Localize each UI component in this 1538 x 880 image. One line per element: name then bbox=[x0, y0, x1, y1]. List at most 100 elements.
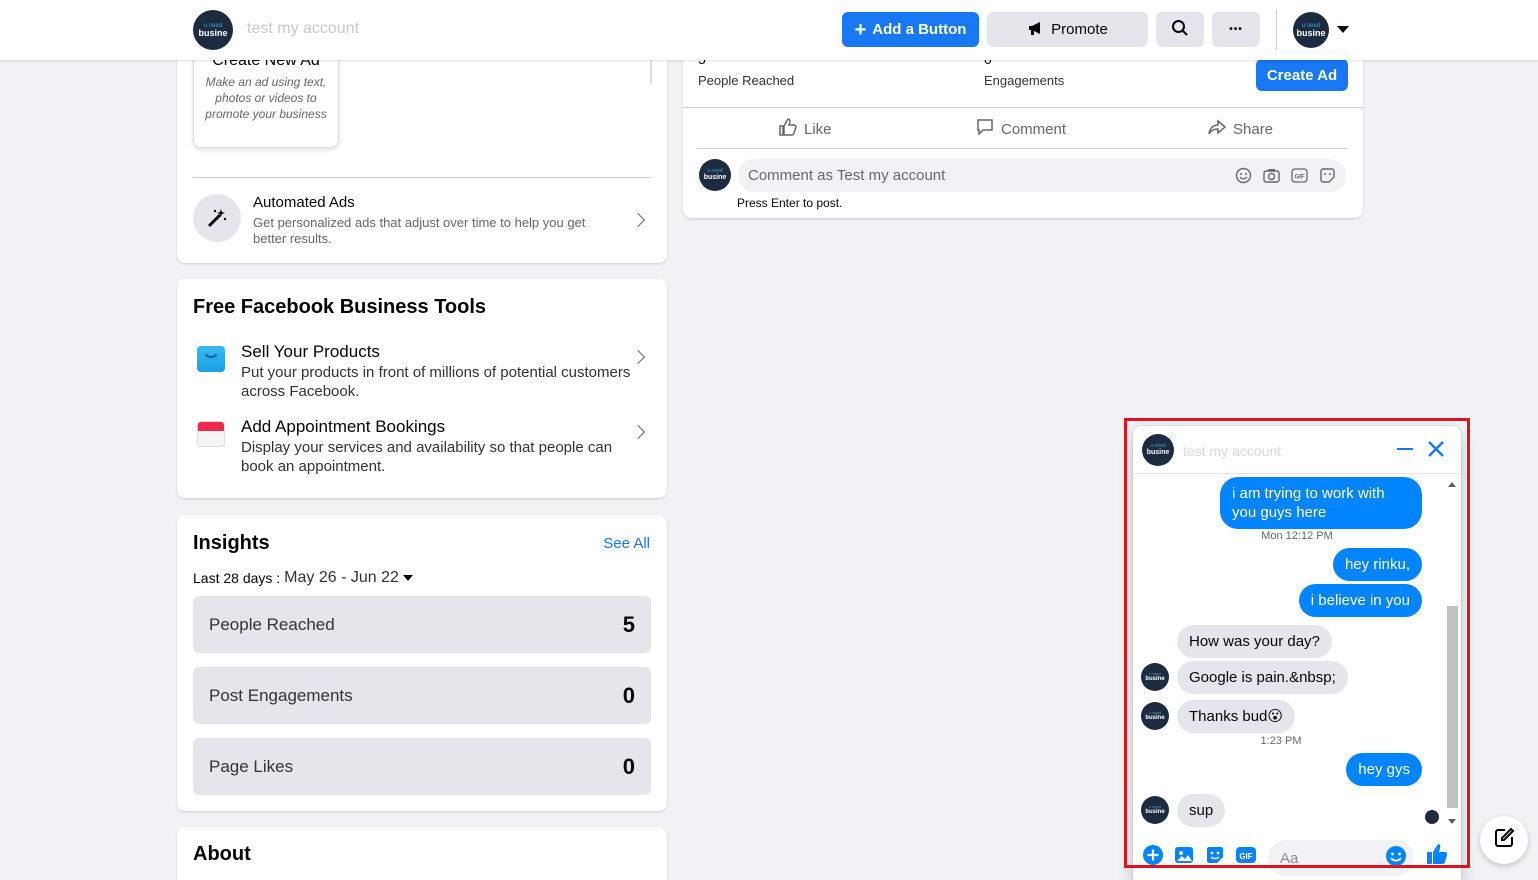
sell-products-title[interactable]: Sell Your Products bbox=[241, 342, 380, 362]
comment-tools: GIF bbox=[1234, 167, 1336, 185]
metric-value: 5 bbox=[622, 611, 635, 637]
camera-icon[interactable] bbox=[1262, 167, 1280, 185]
date-range-selector[interactable]: Last 28 days : May 26 - Jun 22 bbox=[193, 569, 413, 587]
shopping-bag-icon bbox=[197, 346, 225, 372]
caret-down-icon bbox=[402, 575, 413, 581]
sell-products-description: Put your products in front of millions o… bbox=[241, 364, 631, 400]
top-bar: u need busine test my account + Add a But… bbox=[0, 0, 1538, 60]
press-enter-hint: Press Enter to post. bbox=[737, 196, 843, 210]
incoming-message: Google is pain.&nbsp; bbox=[1177, 661, 1348, 694]
message-list[interactable]: i am trying to work with you guys here M… bbox=[1133, 474, 1461, 830]
comment-icon bbox=[975, 117, 995, 141]
scroll-thumb[interactable] bbox=[1447, 606, 1458, 808]
date-range: May 26 - Jun 22 bbox=[284, 569, 399, 586]
automated-ads-description: Get personalized ads that adjust over ti… bbox=[253, 215, 586, 246]
svg-text:GIF: GIF bbox=[1294, 175, 1304, 181]
like-button[interactable]: Like bbox=[778, 118, 832, 140]
metric-label: Page Likes bbox=[209, 756, 294, 776]
outgoing-message: hey gys bbox=[1346, 753, 1422, 786]
page-avatar[interactable]: u need busine bbox=[193, 10, 233, 50]
chat-name[interactable]: test my account bbox=[1183, 443, 1281, 459]
comment-placeholder: Comment as Test my account bbox=[748, 167, 946, 184]
sticker-icon[interactable] bbox=[1204, 844, 1226, 866]
about-title: About bbox=[193, 843, 251, 865]
chevron-right-icon[interactable] bbox=[630, 424, 646, 440]
thumbs-up-icon[interactable] bbox=[1425, 842, 1449, 866]
appointment-bookings-title[interactable]: Add Appointment Bookings bbox=[241, 417, 445, 437]
plus-circle-icon[interactable] bbox=[1142, 844, 1164, 866]
chevron-right-icon[interactable] bbox=[630, 212, 646, 228]
search-button[interactable] bbox=[1156, 12, 1204, 47]
chat-scrollbar[interactable] bbox=[1445, 480, 1458, 826]
gif-icon[interactable]: GIF bbox=[1235, 844, 1257, 866]
ellipsis-icon: ••• bbox=[1229, 24, 1243, 35]
compose-icon bbox=[1493, 827, 1515, 854]
create-ad-description: Make an ad using text, photos or videos … bbox=[205, 75, 327, 121]
commenter-avatar: u need busine bbox=[699, 159, 731, 191]
outgoing-message: hey rinku, bbox=[1332, 548, 1422, 581]
scroll-down-arrow-icon[interactable] bbox=[1448, 819, 1456, 824]
comment-label: Comment bbox=[1001, 120, 1067, 138]
metric-label: Post Engagements bbox=[209, 685, 353, 705]
minimize-icon[interactable] bbox=[1397, 448, 1413, 450]
photo-icon[interactable] bbox=[1173, 844, 1195, 866]
calendar-icon bbox=[197, 421, 225, 447]
add-button-label: Add a Button bbox=[872, 21, 967, 38]
divider bbox=[193, 177, 651, 178]
chevron-right-icon[interactable] bbox=[630, 349, 646, 365]
topbar-divider bbox=[1276, 10, 1277, 50]
scroll-up-arrow-icon[interactable] bbox=[1448, 482, 1456, 487]
seen-indicator-avatar bbox=[1425, 810, 1439, 824]
close-icon[interactable] bbox=[1426, 439, 1446, 459]
insights-title: Insights bbox=[193, 532, 270, 554]
post-card: 5 People Reached 0 Engagements Create Ad… bbox=[683, 40, 1363, 218]
metric-value: 0 bbox=[622, 753, 635, 779]
metric-people-reached[interactable]: People Reached 5 bbox=[193, 596, 651, 653]
metric-page-likes[interactable]: Page Likes 0 bbox=[193, 738, 651, 795]
ads-card: Create New Ad Make an ad using text, pho… bbox=[177, 40, 667, 263]
promote-label: Promote bbox=[1051, 21, 1108, 38]
incoming-message: Thanks bud😮 bbox=[1177, 700, 1296, 733]
chat-avatar[interactable]: u need busine bbox=[1142, 434, 1174, 466]
promote-button[interactable]: Promote bbox=[987, 12, 1148, 47]
page-name[interactable]: test my account bbox=[247, 20, 359, 38]
see-all-link[interactable]: See All bbox=[603, 535, 650, 552]
sender-avatar: u need busine bbox=[1141, 663, 1169, 691]
sticker-icon[interactable] bbox=[1318, 167, 1336, 185]
new-message-button[interactable] bbox=[1480, 816, 1528, 864]
share-icon bbox=[1207, 117, 1227, 141]
metric-post-engagements[interactable]: Post Engagements 0 bbox=[193, 667, 651, 724]
account-menu-caret-icon[interactable] bbox=[1337, 26, 1349, 33]
metric-label: People Reached bbox=[209, 614, 335, 634]
search-icon bbox=[1171, 19, 1189, 41]
sender-avatar: u need busine bbox=[1141, 796, 1169, 824]
magic-wand-icon bbox=[193, 194, 241, 242]
more-options-button[interactable]: ••• bbox=[1212, 12, 1260, 47]
comment-input[interactable]: Comment as Test my account GIF bbox=[738, 159, 1346, 192]
divider bbox=[683, 107, 1363, 108]
add-button-button[interactable]: + Add a Button bbox=[842, 12, 979, 47]
chat-header[interactable]: u need busine test my account bbox=[1133, 426, 1461, 474]
carousel-scrollbar[interactable] bbox=[650, 60, 652, 84]
incoming-message: How was your day? bbox=[1177, 625, 1332, 658]
business-tools-card: Free Facebook Business Tools Sell Your P… bbox=[177, 279, 667, 498]
tools-title: Free Facebook Business Tools bbox=[193, 296, 487, 318]
comment-button[interactable]: Comment bbox=[975, 118, 1066, 140]
emoji-icon[interactable] bbox=[1385, 845, 1407, 867]
date-label: Last 28 days : bbox=[193, 570, 281, 586]
automated-ads-title[interactable]: Automated Ads bbox=[253, 194, 355, 211]
metric-value: 0 bbox=[622, 682, 635, 708]
emoji-icon[interactable] bbox=[1234, 167, 1252, 185]
thumbs-up-icon bbox=[778, 117, 798, 141]
divider bbox=[697, 148, 1348, 149]
timestamp: 1:23 PM bbox=[1260, 735, 1302, 747]
create-ad-button[interactable]: Create Ad bbox=[1256, 59, 1348, 91]
about-card: About bbox=[177, 827, 667, 880]
insights-card: Insights See All Last 28 days : May 26 -… bbox=[177, 515, 667, 811]
plus-icon: + bbox=[854, 18, 867, 41]
like-label: Like bbox=[804, 120, 832, 138]
outgoing-message: i am trying to work with you guys here bbox=[1220, 477, 1422, 529]
profile-avatar[interactable]: u need busine bbox=[1293, 12, 1329, 48]
gif-icon[interactable]: GIF bbox=[1290, 167, 1308, 185]
share-button[interactable]: Share bbox=[1207, 118, 1273, 140]
